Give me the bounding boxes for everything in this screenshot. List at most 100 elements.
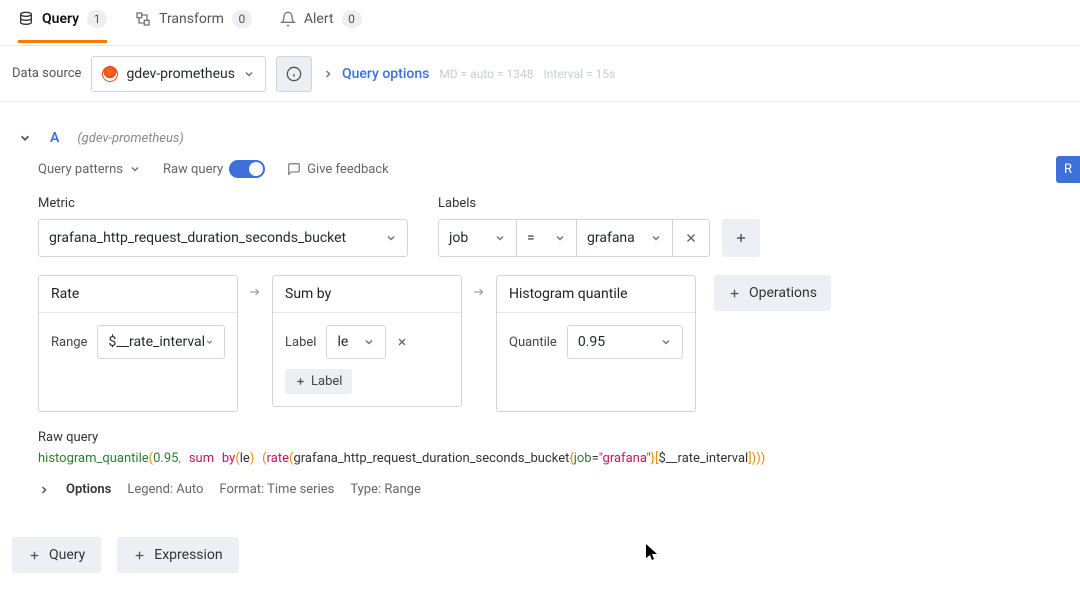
op-hist-q-value: 0.95	[578, 334, 605, 350]
close-icon	[684, 231, 698, 245]
query-block: A (gdev-prometheus) Query patterns Raw q…	[0, 122, 1080, 497]
op-sumby-add-label-text: Label	[311, 374, 342, 389]
query-toolbar: Query patterns Raw query Give feedback R	[0, 154, 1080, 190]
op-hist-title[interactable]: Histogram quantile	[497, 276, 695, 313]
add-label-button[interactable]	[722, 219, 760, 257]
datasource-value: gdev-prometheus	[126, 66, 235, 82]
label-operator-value: =	[527, 230, 535, 246]
plus-icon	[734, 231, 748, 245]
label-operator-select[interactable]: =	[516, 219, 576, 257]
raw-query-toggle-group: Raw query	[163, 160, 265, 178]
chevron-down-icon	[129, 163, 141, 175]
metric-labels-row: Metric grafana_http_request_duration_sec…	[0, 190, 1080, 257]
chevron-down-icon[interactable]	[18, 131, 32, 145]
chevron-down-icon	[494, 232, 506, 244]
prometheus-icon	[102, 66, 118, 82]
run-query-button[interactable]: R	[1056, 156, 1080, 183]
add-expression-label: Expression	[154, 547, 222, 563]
tab-alert[interactable]: Alert 0	[280, 10, 362, 43]
chevron-down-icon	[363, 336, 375, 348]
labels-title: Labels	[438, 196, 760, 211]
tab-transform[interactable]: Transform 0	[135, 10, 252, 43]
operations-row: Rate Range $__rate_interval Sum by Label	[0, 257, 1080, 412]
tab-query-label: Query	[42, 11, 79, 27]
comment-icon	[287, 162, 301, 176]
transform-icon	[135, 11, 151, 27]
label-value-select[interactable]: grafana	[576, 219, 672, 257]
label-key-select[interactable]: job	[438, 219, 516, 257]
query-letter[interactable]: A	[50, 130, 59, 146]
query-source-hint: (gdev-prometheus)	[77, 131, 183, 146]
database-icon	[18, 11, 34, 27]
op-sumby-title[interactable]: Sum by	[273, 276, 461, 313]
datasource-select[interactable]: gdev-prometheus	[91, 56, 266, 92]
tab-transform-label: Transform	[159, 11, 224, 27]
op-arrow	[472, 275, 486, 303]
label-key-value: job	[449, 230, 468, 246]
raw-query-title: Raw query	[38, 430, 1042, 445]
tab-query-count: 1	[87, 10, 107, 28]
tab-alert-count: 0	[342, 10, 362, 28]
datasource-row: Data source gdev-prometheus Query option…	[0, 46, 1080, 102]
tab-alert-label: Alert	[304, 11, 334, 27]
chevron-down-icon	[650, 232, 662, 244]
op-hist-q-select[interactable]: 0.95	[567, 325, 683, 359]
add-operation-button[interactable]: Operations	[714, 275, 831, 311]
tab-transform-count: 0	[232, 10, 252, 28]
raw-query-code: histogram_quantile(0.95, sum by(le) (rat…	[38, 451, 1042, 466]
op-hist-q-label: Quantile	[509, 335, 557, 350]
raw-query-toggle-label: Raw query	[163, 162, 223, 177]
run-query-label: R	[1064, 162, 1072, 177]
plus-icon	[295, 376, 306, 387]
chevron-down-icon	[660, 336, 672, 348]
raw-query-toggle[interactable]	[229, 160, 265, 178]
chevron-right-icon	[38, 484, 50, 496]
add-query-label: Query	[49, 547, 85, 563]
query-options-row[interactable]: Options Legend: Auto Format: Time series…	[0, 466, 1080, 497]
metric-value: grafana_http_request_duration_seconds_bu…	[49, 230, 346, 246]
options-format: Format: Time series	[219, 482, 334, 497]
arrow-right-icon	[472, 285, 486, 299]
metric-column: Metric grafana_http_request_duration_sec…	[38, 196, 408, 257]
remove-label-button[interactable]	[672, 219, 710, 257]
op-sumby-label-value: le	[337, 334, 348, 350]
label-filter-group: job = grafana	[438, 219, 710, 257]
raw-query-block: Raw query histogram_quantile(0.95, sum b…	[0, 412, 1080, 466]
plus-icon	[728, 287, 741, 300]
tab-query[interactable]: Query 1	[18, 10, 107, 43]
query-options-toggle[interactable]: Query options	[322, 66, 429, 82]
datasource-help-button[interactable]	[276, 56, 312, 92]
editor-tabs: Query 1 Transform 0 Alert 0	[0, 0, 1080, 46]
op-arrow	[248, 275, 262, 303]
op-sumby-add-label-button[interactable]: Label	[285, 369, 352, 394]
op-sumby-label-label: Label	[285, 335, 316, 350]
options-label: Options	[66, 482, 111, 497]
chevron-down-icon	[385, 232, 397, 244]
chevron-down-icon	[243, 68, 255, 80]
plus-icon	[133, 549, 146, 562]
bottom-actions: Query Expression	[0, 497, 1080, 573]
op-rate-range-label: Range	[51, 335, 87, 350]
op-rate-card: Rate Range $__rate_interval	[38, 275, 238, 412]
op-rate-range-select[interactable]: $__rate_interval	[97, 325, 225, 359]
bell-icon	[280, 11, 296, 27]
op-sumby-label-select[interactable]: le	[326, 325, 386, 359]
op-rate-title[interactable]: Rate	[39, 276, 237, 313]
label-value-value: grafana	[587, 230, 635, 246]
query-options-label: Query options	[342, 66, 429, 82]
query-options-interval-hint: Interval = 15s	[544, 67, 616, 81]
options-type: Type: Range	[350, 482, 420, 497]
metric-title: Metric	[38, 196, 408, 211]
close-icon[interactable]	[396, 336, 408, 348]
add-query-button[interactable]: Query	[12, 537, 101, 573]
metric-select[interactable]: grafana_http_request_duration_seconds_bu…	[38, 219, 408, 257]
add-operation-label: Operations	[749, 285, 817, 301]
add-expression-button[interactable]: Expression	[117, 537, 238, 573]
labels-column: Labels job = grafana	[438, 196, 760, 257]
query-patterns-button[interactable]: Query patterns	[38, 162, 141, 177]
give-feedback-button[interactable]: Give feedback	[287, 162, 389, 177]
op-rate-range-value: $__rate_interval	[108, 334, 205, 350]
query-patterns-label: Query patterns	[38, 162, 123, 177]
op-sumby-card: Sum by Label le Label	[272, 275, 462, 407]
give-feedback-label: Give feedback	[307, 162, 389, 177]
